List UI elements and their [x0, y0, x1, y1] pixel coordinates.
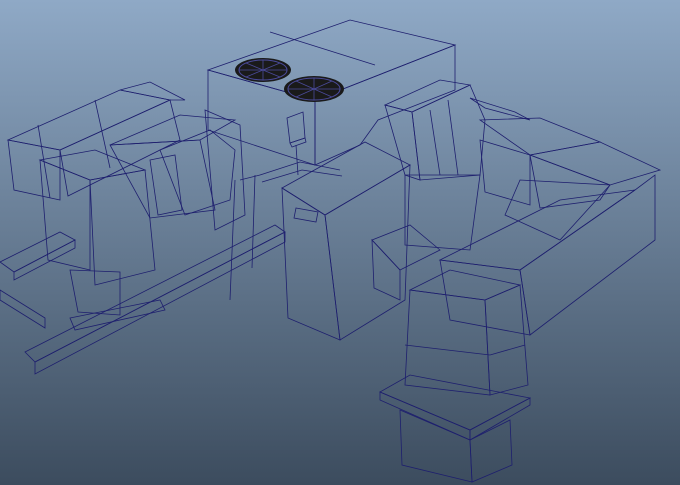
maya-3d-viewport[interactable]	[0, 0, 680, 485]
condenser-fan-right	[284, 76, 344, 102]
hvac-model-scene[interactable]	[0, 0, 680, 485]
viewport-background	[0, 0, 680, 485]
condenser-fan-left	[235, 58, 291, 82]
